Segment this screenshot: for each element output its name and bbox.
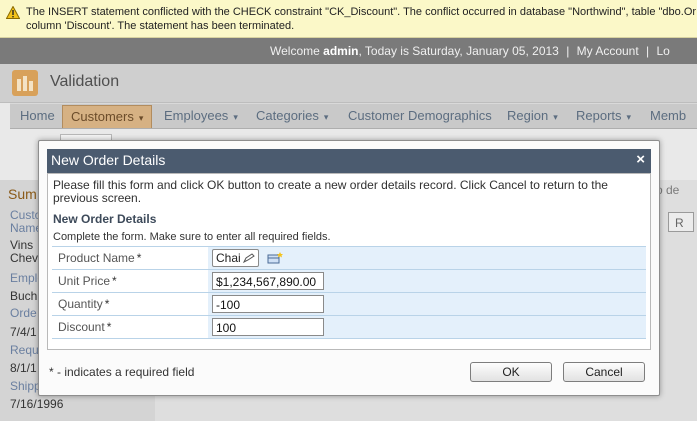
- welcome-user: admin: [323, 44, 359, 58]
- menu-item-label: Region: [507, 108, 549, 123]
- chevron-down-icon: ▾: [233, 112, 238, 122]
- error-message-line-2: column 'Discount'. The statement has bee…: [26, 20, 295, 32]
- chevron-down-icon: ▾: [626, 112, 632, 122]
- section-hint: Complete the form. Make sure to enter al…: [53, 231, 331, 243]
- chevron-down-icon: ▾: [553, 112, 558, 122]
- required-field-note: * - indicates a required field: [49, 365, 195, 379]
- summary-label: Orde: [10, 306, 37, 320]
- required-mark: *: [136, 251, 142, 265]
- menu-item-home[interactable]: Home: [20, 108, 55, 123]
- field-label: Quantity *: [52, 292, 208, 316]
- field-label: Product Name *: [52, 246, 208, 270]
- app-logo-icon: [12, 70, 38, 96]
- new-record-icon[interactable]: [267, 251, 284, 265]
- field-cell: 100: [208, 315, 646, 339]
- menu-item-label: Customer Demographics: [348, 108, 492, 123]
- menu-item-reports[interactable]: Reports ▾: [576, 108, 631, 123]
- menu-item-employees[interactable]: Employees ▾: [164, 108, 238, 123]
- form-row-quantity: Quantity * -100: [52, 292, 646, 316]
- summary-value: Buch: [10, 289, 38, 303]
- product-name-lookup[interactable]: Chai: [212, 249, 259, 267]
- field-label-text: Unit Price: [58, 274, 111, 288]
- menu-item-region[interactable]: Region ▾: [507, 108, 558, 123]
- menu-item-label: Home: [20, 108, 55, 123]
- menu-item-categories[interactable]: Categories ▾: [256, 108, 328, 123]
- my-account-link[interactable]: My Account: [577, 44, 639, 58]
- required-mark: *: [112, 274, 117, 288]
- chevron-down-icon: ▾: [323, 112, 329, 122]
- required-mark: *: [104, 297, 110, 311]
- new-order-details-dialog: New Order Details × Please fill this for…: [38, 140, 660, 396]
- dialog-title: New Order Details: [51, 152, 166, 168]
- field-label: Unit Price *: [52, 269, 208, 293]
- menu-item-label: Categories: [256, 108, 319, 123]
- summary-label: Custo: [10, 208, 42, 222]
- menu-item-label: Customers: [71, 109, 134, 124]
- background-button: R: [668, 212, 694, 232]
- lookup-value: Chai: [216, 251, 241, 265]
- welcome-separator: |: [566, 44, 570, 58]
- form-row-discount: Discount * 100: [52, 315, 646, 339]
- menu-item-customers[interactable]: Customers ▾: [62, 105, 153, 128]
- dialog-titlebar[interactable]: New Order Details ×: [47, 149, 651, 173]
- field-label-text: Discount: [58, 320, 105, 334]
- summary-heading: Sum: [8, 186, 37, 202]
- error-banner: The INSERT statement conflicted with the…: [0, 0, 697, 38]
- welcome-prefix: Welcome: [270, 44, 324, 58]
- error-message-line-1: The INSERT statement conflicted with the…: [26, 6, 697, 18]
- ok-button[interactable]: OK: [470, 362, 552, 382]
- chevron-down-icon: ▾: [138, 113, 144, 123]
- welcome-date: , Today is Saturday, January 05, 2013: [358, 44, 559, 58]
- dialog-body: Please fill this form and click OK butto…: [47, 173, 651, 350]
- menu-item-members[interactable]: Memb: [650, 108, 686, 123]
- field-cell: -100: [208, 292, 646, 316]
- summary-label: Shipp: [10, 379, 41, 393]
- summary-value: Chev: [10, 251, 39, 265]
- summary-value: Vins: [10, 238, 34, 252]
- menu-item-customer-demographics[interactable]: Customer Demographics: [348, 108, 492, 123]
- quantity-input[interactable]: -100: [212, 295, 324, 313]
- summary-value: 7/4/1: [10, 325, 37, 339]
- field-label: Discount *: [52, 315, 208, 339]
- welcome-separator-2: |: [646, 44, 650, 58]
- summary-label: Requ: [10, 343, 39, 357]
- form-row-unit-price: Unit Price * $1,234,567,890.00: [52, 269, 646, 293]
- menu-item-label: Memb: [650, 108, 687, 123]
- summary-value: 8/1/1: [10, 361, 37, 375]
- field-label-text: Product Name: [58, 251, 135, 265]
- required-mark: *: [106, 320, 112, 334]
- app-header: Validation: [0, 64, 697, 103]
- edit-pencil-icon: [242, 253, 255, 263]
- main-menu: Home Customers ▾ Employees ▾ Categories ▾ C…: [10, 103, 697, 129]
- menu-item-label: Reports: [576, 108, 622, 123]
- welcome-bar: Welcome admin, Today is Saturday, Januar…: [0, 38, 697, 64]
- summary-value: 7/16/1996: [10, 397, 64, 411]
- discount-input[interactable]: 100: [212, 318, 324, 336]
- cancel-button[interactable]: Cancel: [563, 362, 645, 382]
- field-cell: $1,234,567,890.00: [208, 269, 646, 293]
- form-fields: Product Name * Chai Unit Price * $1,234,56…: [52, 246, 646, 339]
- unit-price-input[interactable]: $1,234,567,890.00: [212, 272, 324, 290]
- app-title: Validation: [50, 73, 120, 90]
- warning-icon: [6, 6, 20, 19]
- field-label-text: Quantity: [58, 297, 103, 311]
- close-icon[interactable]: ×: [636, 151, 645, 168]
- field-cell: Chai: [208, 246, 646, 270]
- logout-link[interactable]: Lo: [657, 44, 670, 58]
- dialog-description: Please fill this form and click OK butto…: [53, 178, 608, 205]
- form-row-product-name: Product Name * Chai: [52, 246, 646, 270]
- menu-item-label: Employees: [164, 108, 229, 123]
- section-title: New Order Details: [53, 212, 157, 226]
